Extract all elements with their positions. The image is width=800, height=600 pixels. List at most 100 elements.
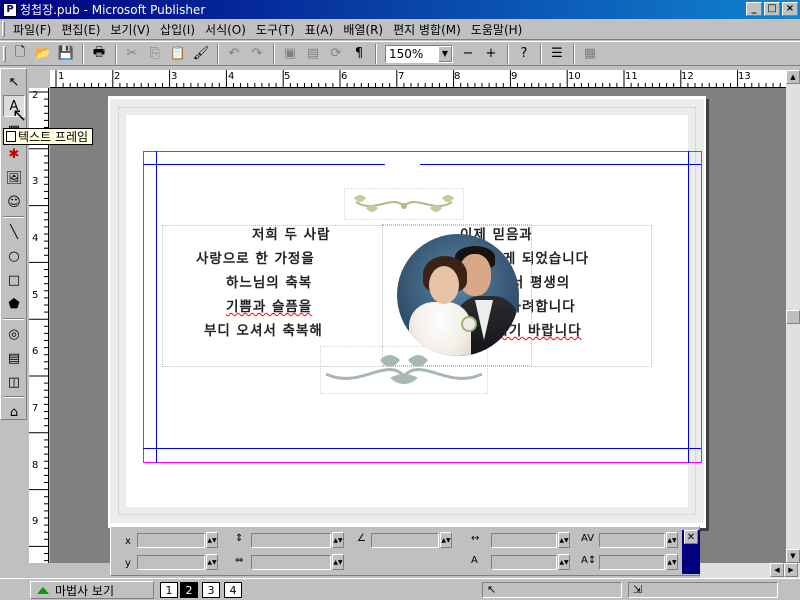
chevron-down-icon[interactable]: ▼ <box>438 45 452 62</box>
menu-arrange[interactable]: 배열(R) <box>338 20 388 38</box>
save-icon[interactable]: 💾 <box>55 43 77 65</box>
show-wizard-button[interactable]: 마법사 보기 <box>30 581 154 599</box>
line-tool-icon[interactable]: ╲ <box>3 221 25 243</box>
scroll-down-icon[interactable]: ▼ <box>786 549 800 563</box>
height-field[interactable] <box>251 533 331 548</box>
tooltip-text: 텍스트 프레임 <box>18 130 89 144</box>
character-spacing-field[interactable] <box>491 533 557 548</box>
html-fragment-tool-icon[interactable]: ▤ <box>3 347 25 369</box>
menu-file[interactable]: 파일(F) <box>8 20 56 38</box>
clip-gallery-tool-icon[interactable]: ☺ <box>3 191 25 213</box>
menu-tools[interactable]: 도구(T) <box>251 20 300 38</box>
menu-mail-merge[interactable]: 편지 병합(M) <box>388 20 466 38</box>
publication-page[interactable]: 저희 두 사람 사랑으로 한 가정을 하느님의 축복 기쁨과 슬픔을 부디 오셔… <box>108 96 706 528</box>
spin-icon[interactable]: ▲▼ <box>206 532 218 548</box>
page-tab-4[interactable]: 4 <box>224 582 242 598</box>
kerning-field[interactable] <box>599 533 665 548</box>
character-spacing-icon: ↔ <box>471 533 480 544</box>
paste-icon[interactable]: 📋 <box>167 43 189 65</box>
spin-icon[interactable]: ▲▼ <box>440 532 452 548</box>
zoom-out-button[interactable]: − <box>457 43 479 65</box>
toolbar-separator <box>375 43 377 64</box>
ruler-ticks <box>55 70 781 87</box>
spin-icon[interactable]: ▲▼ <box>666 532 678 548</box>
close-button[interactable]: × <box>782 2 798 16</box>
minimize-button[interactable]: _ <box>746 2 762 16</box>
redo-icon[interactable]: ↷ <box>246 43 268 65</box>
format-painter-icon[interactable]: 🖌 <box>190 43 212 65</box>
x-position-field[interactable] <box>137 533 205 548</box>
workspace[interactable]: 저희 두 사람 사랑으로 한 가정을 하느님의 축복 기쁨과 슬픔을 부디 오셔… <box>50 88 786 563</box>
menu-help[interactable]: 도움말(H) <box>466 20 528 38</box>
bring-to-front-icon[interactable]: ▣ <box>279 43 301 65</box>
scroll-thumb[interactable] <box>786 310 800 324</box>
zoom-value: 150% <box>389 46 424 61</box>
open-icon[interactable]: 📂 <box>32 43 54 65</box>
horizontal-scrollbar[interactable]: ◀ ▶ <box>700 563 800 578</box>
zoom-in-button[interactable]: + <box>480 43 502 65</box>
spin-icon[interactable]: ▲▼ <box>206 554 218 570</box>
width-field[interactable] <box>251 555 331 570</box>
y-position-field[interactable] <box>137 555 205 570</box>
form-control-tool-icon[interactable]: ◎ <box>3 323 25 345</box>
bride-face <box>429 266 459 304</box>
line-spacing-field[interactable] <box>599 555 665 570</box>
vertical-scrollbar[interactable]: ▲ ▼ <box>786 70 800 563</box>
horizontal-ruler[interactable]: 1 2 3 4 5 6 7 8 9 10 11 12 13 <box>50 70 786 88</box>
spin-icon[interactable]: ▲▼ <box>558 554 570 570</box>
menu-format[interactable]: 서식(O) <box>200 20 251 38</box>
menu-edit[interactable]: 편집(E) <box>56 20 105 38</box>
wordart-tool-icon[interactable]: ✱ <box>3 143 25 165</box>
menu-grip <box>2 21 5 37</box>
size-icon: ⇲ <box>633 583 643 596</box>
menu-table[interactable]: 표(A) <box>300 20 339 38</box>
oval-tool-icon[interactable]: ○ <box>3 245 25 267</box>
text-scale-field[interactable] <box>491 555 557 570</box>
vertical-ruler[interactable]: 2 3 4 5 6 7 8 9 <box>29 88 49 563</box>
print-icon[interactable]: 🖶 <box>88 43 110 65</box>
pilcrow-icon[interactable]: ¶ <box>348 43 370 65</box>
help-icon[interactable]: ? <box>513 43 535 65</box>
page-tab-1[interactable]: 1 <box>160 582 178 598</box>
couple-photo[interactable] <box>397 234 519 356</box>
palette-separator <box>3 396 24 398</box>
toolbar-separator <box>273 43 275 64</box>
insert-object-tool-icon[interactable]: ◫ <box>3 371 25 393</box>
rectangle-tool-icon[interactable]: □ <box>3 269 25 291</box>
spin-icon[interactable]: ▲▼ <box>558 532 570 548</box>
spin-icon[interactable]: ▲▼ <box>332 532 344 548</box>
menu-insert[interactable]: 삽입(I) <box>155 20 200 38</box>
scroll-up-icon[interactable]: ▲ <box>786 70 800 84</box>
publisher-icon[interactable]: P <box>3 2 17 17</box>
page-tab-2[interactable]: 2 <box>180 582 198 598</box>
boutonniere <box>463 318 475 330</box>
rotate-icon[interactable]: ⟳ <box>325 43 347 65</box>
scroll-left-icon[interactable]: ◀ <box>770 563 784 577</box>
send-to-back-icon[interactable]: ▤ <box>302 43 324 65</box>
wizard-arrow-icon <box>37 586 49 594</box>
undo-icon[interactable]: ↶ <box>223 43 245 65</box>
properties-icon[interactable]: ▦ <box>579 43 601 65</box>
custom-shape-tool-icon[interactable]: ⬟ <box>3 293 25 315</box>
new-icon[interactable]: 🗋 <box>9 43 31 65</box>
lines-icon[interactable]: ☰ <box>546 43 568 65</box>
copy-icon[interactable]: ⎘ <box>144 43 166 65</box>
top-ornament <box>344 188 464 220</box>
toolbar-separator <box>540 43 542 64</box>
rotation-field[interactable] <box>371 533 439 548</box>
palette-separator <box>3 318 24 320</box>
close-icon[interactable]: ✕ <box>684 530 698 544</box>
text-scale-icon: A <box>471 555 478 566</box>
design-gallery-tool-icon[interactable]: ⌂ <box>3 401 25 423</box>
page-tab-3[interactable]: 3 <box>202 582 220 598</box>
pointer-tool-icon[interactable]: ↖ <box>3 71 25 93</box>
zoom-select[interactable]: 150% ▼ <box>385 44 453 63</box>
scroll-right-icon[interactable]: ▶ <box>784 563 798 577</box>
cut-icon[interactable]: ✂ <box>121 43 143 65</box>
left-line-3: 하느님의 축복 <box>226 275 313 291</box>
spin-icon[interactable]: ▲▼ <box>666 554 678 570</box>
picture-frame-tool-icon[interactable]: 🖼 <box>3 167 25 189</box>
spin-icon[interactable]: ▲▼ <box>332 554 344 570</box>
maximize-button[interactable]: □ <box>764 2 780 16</box>
menu-view[interactable]: 보기(V) <box>105 20 155 38</box>
